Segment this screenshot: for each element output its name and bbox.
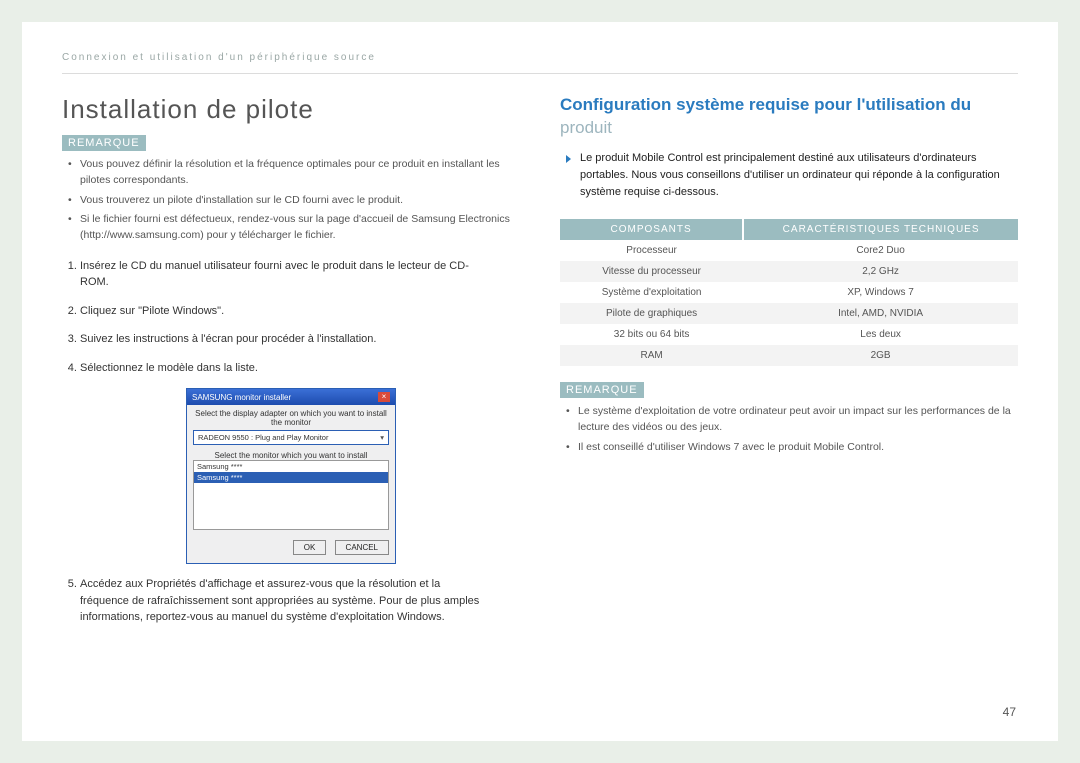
remarque-badge: REMARQUE: [62, 135, 146, 151]
adapter-select-value: RADEON 9550 : Plug and Play Monitor: [198, 433, 328, 442]
step-item: Cliquez sur "Pilote Windows".: [80, 303, 520, 320]
monitor-list[interactable]: Samsung **** Samsung ****: [193, 460, 389, 530]
remarque-badge: REMARQUE: [560, 382, 644, 398]
close-icon[interactable]: ×: [378, 392, 390, 402]
note-item: Il est conseillé d'utiliser Windows 7 av…: [566, 440, 1018, 456]
cell-key: Processeur: [560, 240, 743, 261]
cell-val: 2,2 GHz: [743, 261, 1018, 282]
installer-dialog: SAMSUNG monitor installer × Select the d…: [186, 388, 396, 564]
page: Connexion et utilisation d'un périphériq…: [22, 22, 1058, 741]
cancel-button[interactable]: CANCEL: [335, 540, 389, 555]
divider: [62, 73, 1018, 74]
adapter-select[interactable]: RADEON 9550 : Plug and Play Monitor ▾: [193, 430, 389, 445]
right-subtitle: produit: [560, 118, 1018, 138]
cell-key: 32 bits ou 64 bits: [560, 324, 743, 345]
cell-val: Core2 Duo: [743, 240, 1018, 261]
dialog-line2: Select the monitor which you want to ins…: [193, 451, 389, 460]
chevron-down-icon: ▾: [380, 433, 384, 442]
cell-key: Système d'exploitation: [560, 282, 743, 303]
install-steps-cont: Accédez aux Propriétés d'affichage et as…: [80, 576, 520, 626]
dialog-titlebar: SAMSUNG monitor installer ×: [187, 389, 395, 405]
intro-text: Le produit Mobile Control est principale…: [566, 150, 1018, 201]
dialog-screenshot: SAMSUNG monitor installer × Select the d…: [62, 388, 520, 564]
right-column: Configuration système requise pour l'uti…: [560, 94, 1018, 638]
dialog-line1: Select the display adapter on which you …: [193, 409, 389, 427]
right-intro: Le produit Mobile Control est principale…: [566, 150, 1018, 201]
note-item: Le système d'exploitation de votre ordin…: [566, 404, 1018, 436]
note-item: Vous trouverez un pilote d'installation …: [68, 193, 520, 209]
th-composants: COMPOSANTS: [560, 219, 743, 240]
note-item: Vous pouvez définir la résolution et la …: [68, 157, 520, 189]
left-title: Installation de pilote: [62, 94, 520, 125]
cell-val: 2GB: [743, 345, 1018, 366]
cell-val: XP, Windows 7: [743, 282, 1018, 303]
left-notes: Vous pouvez définir la résolution et la …: [68, 157, 520, 244]
list-item[interactable]: Samsung ****: [194, 461, 388, 472]
ok-button[interactable]: OK: [293, 540, 327, 555]
cell-val: Les deux: [743, 324, 1018, 345]
page-number: 47: [1003, 705, 1016, 719]
cell-key: RAM: [560, 345, 743, 366]
note-item: Si le fichier fourni est défectueux, ren…: [68, 212, 520, 244]
step-item: Insérez le CD du manuel utilisateur four…: [80, 258, 520, 291]
right-title: Configuration système requise pour l'uti…: [560, 94, 1018, 116]
step-item: Sélectionnez le modèle dans la liste.: [80, 360, 520, 377]
step-item: Accédez aux Propriétés d'affichage et as…: [80, 576, 520, 626]
dialog-title-text: SAMSUNG monitor installer: [192, 393, 291, 402]
list-item-selected[interactable]: Samsung ****: [194, 472, 388, 483]
cell-key: Vitesse du processeur: [560, 261, 743, 282]
left-column: Installation de pilote REMARQUE Vous pou…: [62, 94, 520, 638]
breadcrumb: Connexion et utilisation d'un périphériq…: [62, 52, 1018, 63]
right-notes: Le système d'exploitation de votre ordin…: [566, 404, 1018, 455]
step-item: Suivez les instructions à l'écran pour p…: [80, 331, 520, 348]
install-steps: Insérez le CD du manuel utilisateur four…: [80, 258, 520, 377]
cell-key: Pilote de graphiques: [560, 303, 743, 324]
spec-table: COMPOSANTS CARACTÉRISTIQUES TECHNIQUES P…: [560, 219, 1018, 366]
th-caracteristiques: CARACTÉRISTIQUES TECHNIQUES: [743, 219, 1018, 240]
cell-val: Intel, AMD, NVIDIA: [743, 303, 1018, 324]
